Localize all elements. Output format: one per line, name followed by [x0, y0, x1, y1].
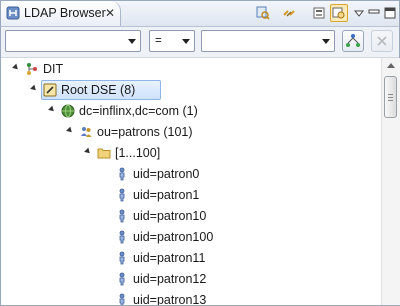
- tree-row[interactable]: uid=patron13: [1, 290, 379, 305]
- person-icon: [115, 251, 129, 265]
- quick-search-icon[interactable]: [330, 4, 348, 22]
- collapse-all-icon[interactable]: [310, 4, 328, 22]
- tree-row-label: uid=patron100: [133, 230, 214, 244]
- folder-icon: [97, 146, 111, 160]
- tree-row[interactable]: uid=patron1: [1, 185, 379, 206]
- tree-row-label: uid=patron13: [133, 293, 207, 305]
- scroll-up-icon[interactable]: [387, 63, 395, 68]
- expand-toggle-icon[interactable]: [84, 147, 92, 156]
- clear-icon: [377, 36, 387, 46]
- close-icon[interactable]: ✕: [105, 6, 115, 20]
- tree-row-label: dc=inflinx,dc=com (1): [79, 104, 198, 118]
- tree-row-label: Root DSE (8): [61, 83, 136, 97]
- tree-row[interactable]: Root DSE (8): [1, 80, 379, 101]
- maximize-icon[interactable]: [381, 4, 399, 22]
- tree-row-label: uid=patron1: [133, 188, 200, 202]
- value-combo[interactable]: [201, 30, 335, 52]
- attribute-combo[interactable]: [5, 30, 141, 52]
- chevron-down-icon: [182, 39, 190, 44]
- tree-row[interactable]: ou=patrons (101): [1, 122, 379, 143]
- tree-row-label: uid=patron10: [133, 209, 207, 223]
- person-icon: [115, 272, 129, 286]
- scrollbar-thumb[interactable]: [384, 76, 397, 118]
- person-icon: [115, 209, 129, 223]
- person-icon: [115, 293, 129, 305]
- person-icon: [115, 188, 129, 202]
- tree-row-label: ou=patrons (101): [97, 125, 193, 139]
- chevron-down-icon: [128, 39, 136, 44]
- search-icon[interactable]: [254, 4, 272, 22]
- tree-row[interactable]: dc=inflinx,dc=com (1): [1, 101, 379, 122]
- person-icon: [115, 230, 129, 244]
- globe-icon: [61, 104, 75, 118]
- tree-row-label: uid=patron12: [133, 272, 207, 286]
- tree-row-label: uid=patron0: [133, 167, 200, 181]
- chevron-down-icon: [322, 39, 330, 44]
- view-tab-bar: LDAP Browser ✕: [1, 1, 399, 27]
- tree-row[interactable]: uid=patron11: [1, 248, 379, 269]
- expand-toggle-icon[interactable]: [30, 84, 38, 93]
- operator-combo-value: =: [155, 35, 162, 47]
- tree-row[interactable]: uid=patron10: [1, 206, 379, 227]
- person-icon: [115, 167, 129, 181]
- tree-row[interactable]: uid=patron0: [1, 164, 379, 185]
- vertical-scrollbar[interactable]: [381, 58, 400, 305]
- expand-toggle-icon[interactable]: [12, 63, 20, 72]
- root-dse-icon: [43, 83, 57, 97]
- tree-row[interactable]: uid=patron100: [1, 227, 379, 248]
- tree-filter-icon: [346, 34, 360, 47]
- expand-toggle-icon[interactable]: [66, 126, 74, 135]
- group-icon: [79, 125, 93, 139]
- clear-filter-button[interactable]: [371, 30, 393, 52]
- apply-filter-button[interactable]: [342, 30, 364, 52]
- dit-icon: [25, 62, 39, 76]
- entry-tree: DIT Root DSE (8) dc=inflinx,dc=com (1) ou=p…: [1, 58, 381, 305]
- ldap-browser-view: LDAP Browser ✕ = DIT Root DSE (8) dc=inf…: [0, 0, 400, 306]
- tree-row-label: DIT: [43, 62, 64, 76]
- expand-toggle-icon[interactable]: [48, 105, 56, 114]
- tree-row-label: uid=patron11: [133, 251, 206, 265]
- tree-row[interactable]: uid=patron12: [1, 269, 379, 290]
- filter-bar: =: [1, 27, 399, 58]
- ldap-browser-icon: [6, 6, 20, 20]
- ldap-browser-tab[interactable]: LDAP Browser ✕: [1, 1, 121, 26]
- link-with-editor-icon[interactable]: [280, 4, 298, 22]
- view-title: LDAP Browser: [24, 6, 106, 20]
- tree-row[interactable]: [1...100]: [1, 143, 379, 164]
- tree-row-label: [1...100]: [115, 146, 161, 160]
- operator-combo[interactable]: =: [149, 30, 195, 52]
- tree-row[interactable]: DIT: [1, 59, 379, 80]
